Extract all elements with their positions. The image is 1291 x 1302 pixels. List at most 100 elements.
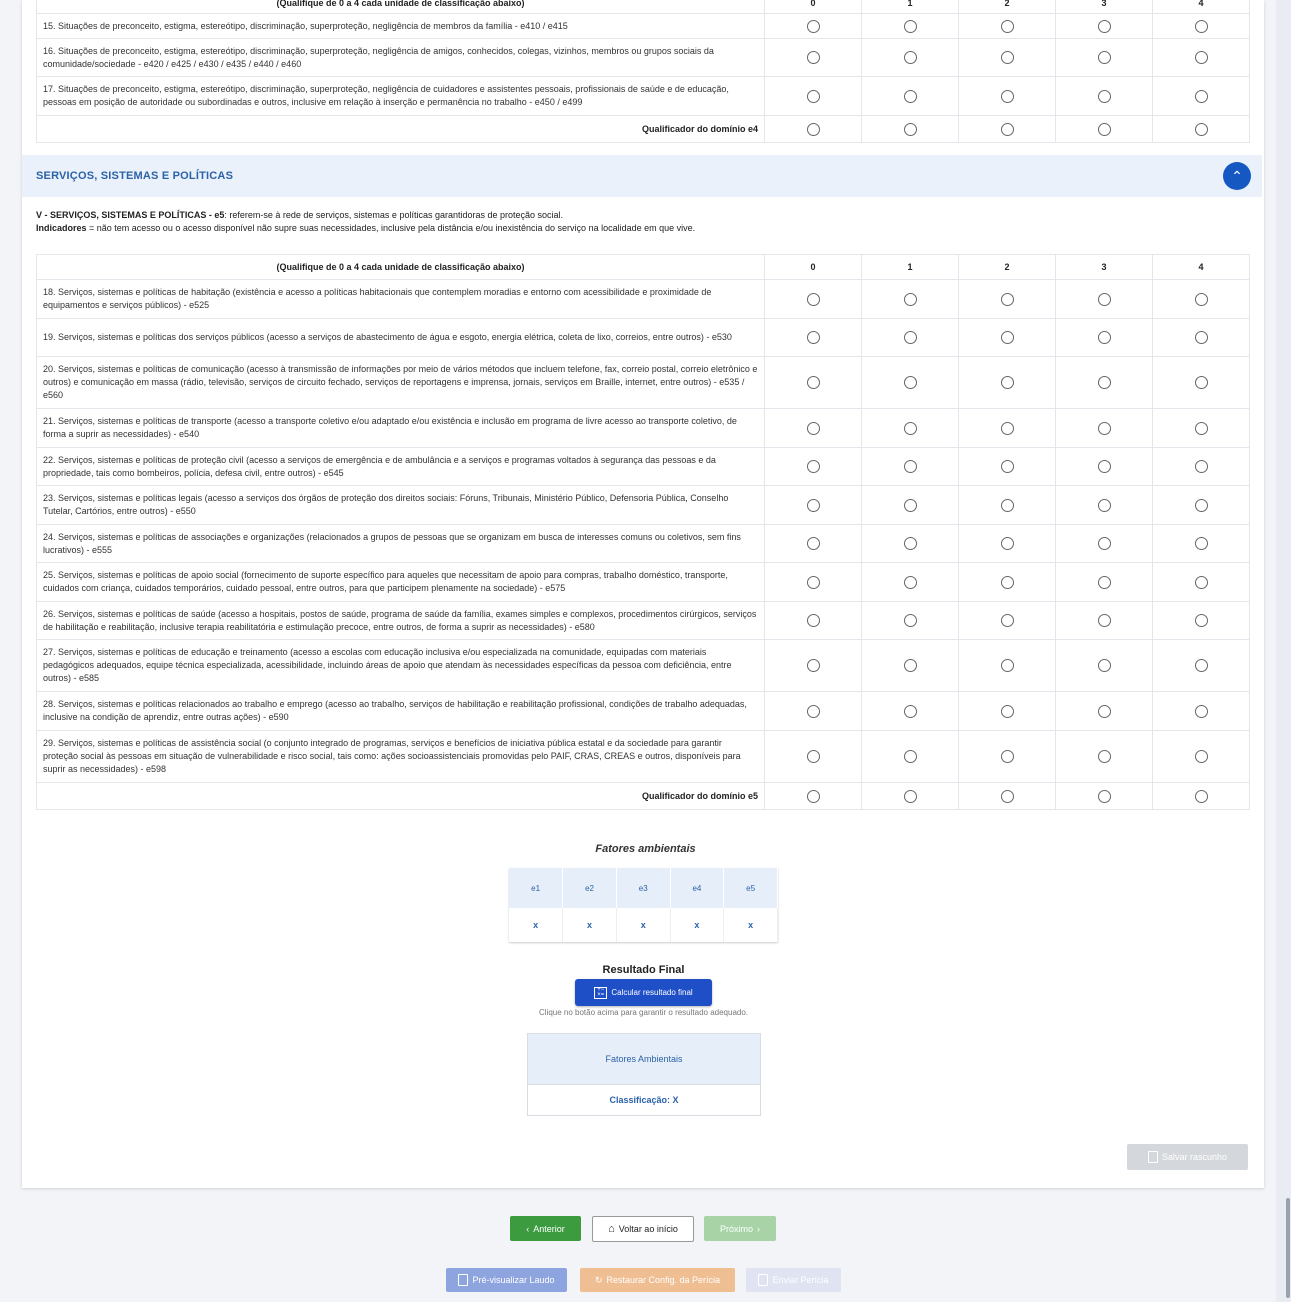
radio-cell <box>1055 356 1153 409</box>
radio-option-2[interactable] <box>1000 421 1014 435</box>
radio-option-1[interactable] <box>903 575 917 589</box>
radio-option-2[interactable] <box>1000 292 1014 306</box>
radio-option-0[interactable] <box>806 19 820 33</box>
radio-option-0[interactable] <box>806 789 820 803</box>
save-draft-button[interactable]: Salvar rascunho <box>1127 1144 1248 1170</box>
restore-config-button[interactable]: ↻ Restaurar Config. da Perícia <box>580 1268 735 1292</box>
env-val-e5: x <box>723 908 778 942</box>
radio-option-1[interactable] <box>903 614 917 627</box>
radio-option-4[interactable] <box>1194 292 1208 306</box>
home-button[interactable]: ⌂ Voltar ao início <box>592 1216 694 1242</box>
radio-option-0[interactable] <box>806 460 820 473</box>
previous-button[interactable]: ‹ Anterior <box>510 1216 581 1241</box>
radio-option-3[interactable] <box>1097 750 1111 763</box>
radio-option-2[interactable] <box>1000 575 1014 589</box>
radio-option-1[interactable] <box>903 89 917 103</box>
radio-option-0[interactable] <box>806 614 820 627</box>
radio-option-3[interactable] <box>1097 421 1111 435</box>
radio-option-4[interactable] <box>1194 575 1208 589</box>
radio-option-4[interactable] <box>1194 659 1208 672</box>
radio-option-3[interactable] <box>1097 614 1111 627</box>
radio-option-0[interactable] <box>806 750 820 763</box>
radio-option-2[interactable] <box>1000 789 1014 803</box>
radio-option-3[interactable] <box>1097 659 1111 672</box>
radio-option-2[interactable] <box>1000 537 1014 550</box>
radio-option-2[interactable] <box>1000 376 1014 389</box>
radio-option-2[interactable] <box>1000 19 1014 33</box>
calculate-result-button[interactable]: +− ×= Calcular resultado final <box>575 979 712 1006</box>
radio-option-2[interactable] <box>1000 750 1014 763</box>
radio-option-4[interactable] <box>1194 376 1208 389</box>
radio-option-4[interactable] <box>1194 421 1208 435</box>
radio-option-1[interactable] <box>903 750 917 763</box>
radio-option-4[interactable] <box>1194 460 1208 473</box>
scrollbar-thumb[interactable] <box>1286 1198 1290 1298</box>
radio-option-1[interactable] <box>903 460 917 473</box>
radio-option-0[interactable] <box>806 331 820 344</box>
radio-option-4[interactable] <box>1194 614 1208 627</box>
radio-option-1[interactable] <box>903 659 917 672</box>
radio-option-1[interactable] <box>903 421 917 435</box>
radio-option-3[interactable] <box>1097 498 1111 512</box>
radio-option-3[interactable] <box>1097 460 1111 473</box>
radio-option-4[interactable] <box>1194 498 1208 512</box>
radio-option-0[interactable] <box>806 498 820 512</box>
send-expertise-button[interactable]: Enviar Perícia <box>746 1268 841 1292</box>
radio-option-0[interactable] <box>806 575 820 589</box>
radio-option-4[interactable] <box>1194 51 1208 64</box>
section-header-e5[interactable]: SERVIÇOS, SISTEMAS E POLÍTICAS ⌃ <box>22 155 1262 197</box>
radio-option-0[interactable] <box>806 537 820 550</box>
radio-option-4[interactable] <box>1194 704 1208 718</box>
radio-option-1[interactable] <box>903 704 917 718</box>
radio-option-3[interactable] <box>1097 292 1111 306</box>
radio-option-0[interactable] <box>806 659 820 672</box>
radio-option-4[interactable] <box>1194 537 1208 550</box>
radio-option-4[interactable] <box>1194 89 1208 103</box>
radio-option-4[interactable] <box>1194 122 1208 136</box>
preview-report-button[interactable]: Pré-visualizar Laudo <box>446 1268 567 1292</box>
radio-option-2[interactable] <box>1000 659 1014 672</box>
radio-option-0[interactable] <box>806 89 820 103</box>
radio-cell <box>861 730 959 783</box>
radio-option-3[interactable] <box>1097 575 1111 589</box>
radio-option-3[interactable] <box>1097 331 1111 344</box>
radio-option-1[interactable] <box>903 51 917 64</box>
radio-option-1[interactable] <box>903 376 917 389</box>
radio-option-2[interactable] <box>1000 89 1014 103</box>
radio-option-2[interactable] <box>1000 331 1014 344</box>
radio-option-3[interactable] <box>1097 789 1111 803</box>
radio-option-2[interactable] <box>1000 704 1014 718</box>
radio-option-4[interactable] <box>1194 19 1208 33</box>
radio-option-0[interactable] <box>806 51 820 64</box>
radio-option-0[interactable] <box>806 704 820 718</box>
radio-option-3[interactable] <box>1097 51 1111 64</box>
radio-option-1[interactable] <box>903 292 917 306</box>
radio-option-1[interactable] <box>903 19 917 33</box>
scrollbar-track[interactable] <box>1276 0 1291 1302</box>
radio-option-0[interactable] <box>806 292 820 306</box>
radio-option-0[interactable] <box>806 376 820 389</box>
radio-option-1[interactable] <box>903 498 917 512</box>
radio-option-0[interactable] <box>806 421 820 435</box>
radio-option-3[interactable] <box>1097 376 1111 389</box>
next-button[interactable]: Próximo › <box>704 1216 776 1241</box>
radio-option-1[interactable] <box>903 122 917 136</box>
radio-option-3[interactable] <box>1097 122 1111 136</box>
radio-option-1[interactable] <box>903 331 917 344</box>
radio-option-4[interactable] <box>1194 331 1208 344</box>
radio-option-0[interactable] <box>806 122 820 136</box>
radio-option-4[interactable] <box>1194 750 1208 763</box>
chevron-up-icon[interactable]: ⌃ <box>1223 162 1251 190</box>
radio-option-3[interactable] <box>1097 537 1111 550</box>
radio-option-2[interactable] <box>1000 614 1014 627</box>
radio-option-3[interactable] <box>1097 89 1111 103</box>
radio-option-1[interactable] <box>903 537 917 550</box>
radio-option-3[interactable] <box>1097 704 1111 718</box>
radio-option-1[interactable] <box>903 789 917 803</box>
radio-option-3[interactable] <box>1097 19 1111 33</box>
radio-option-2[interactable] <box>1000 51 1014 64</box>
radio-option-4[interactable] <box>1194 789 1208 803</box>
radio-option-2[interactable] <box>1000 460 1014 473</box>
radio-option-2[interactable] <box>1000 498 1014 512</box>
radio-option-2[interactable] <box>1000 122 1014 136</box>
